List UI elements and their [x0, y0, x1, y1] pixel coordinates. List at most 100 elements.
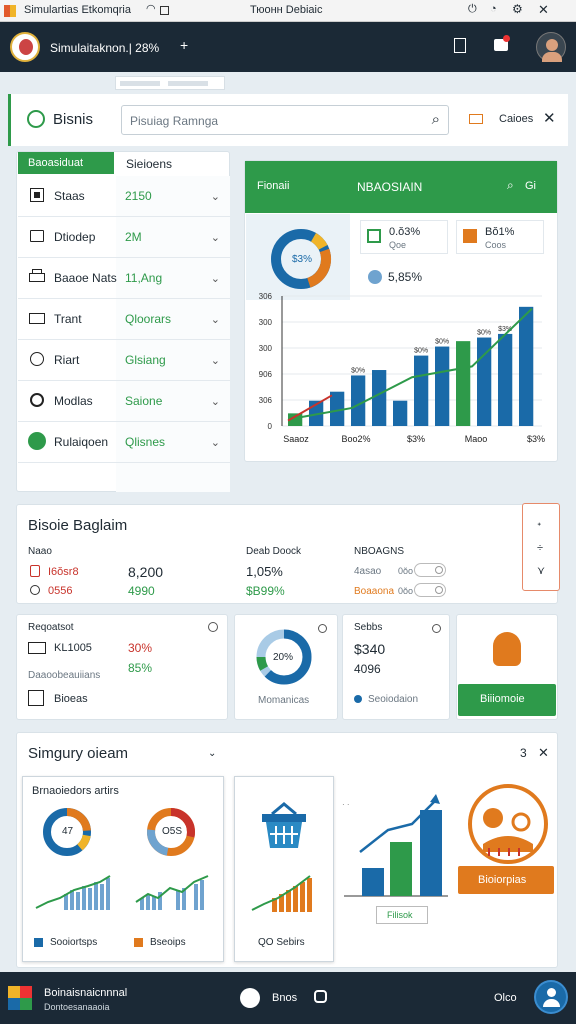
taskbar-clock-icon[interactable]: [240, 988, 260, 1008]
tab-second[interactable]: [168, 81, 208, 86]
overview-donut-label: $3%: [292, 254, 313, 265]
sidebar-item-2[interactable]: Baaoe Nats 11,Ang ⌄: [18, 258, 230, 299]
taskbar-lock-icon[interactable]: [314, 990, 327, 1003]
toggle-switch-2[interactable]: [414, 583, 446, 597]
sub2-mini-chart: [251, 875, 312, 912]
sidebar-item-label: Rulaiqoen: [54, 435, 109, 449]
kpi4-head-icon: [493, 632, 521, 666]
summary-title: Bisoie Baglaim: [28, 517, 128, 534]
kpi1-v2: 85%: [128, 661, 153, 675]
chart-icon-2: [463, 229, 477, 243]
search-small-icon[interactable]: ⌕: [507, 178, 514, 193]
mail-icon[interactable]: [469, 114, 483, 124]
taskbar-label1: Boinaisnaicnnnal: [44, 987, 128, 999]
taskbar-user-icon[interactable]: [534, 980, 568, 1014]
kpi1-line2: Daaoobeauiians: [28, 670, 101, 681]
tab-first[interactable]: [120, 81, 160, 86]
close-window-icon[interactable]: ✕: [538, 2, 549, 18]
kpi1-clock-icon[interactable]: [208, 622, 218, 632]
avatar-icon: [28, 432, 46, 450]
start-grid-icon[interactable]: [8, 986, 32, 1010]
section-sub3-button[interactable]: Filisok: [376, 906, 428, 924]
document-icon[interactable]: [454, 38, 466, 53]
chevron-down-icon[interactable]: ⌄: [211, 395, 220, 408]
folder-icon: [28, 227, 46, 245]
taskbar-center[interactable]: Bnos: [272, 992, 297, 1004]
x-tick-label: Saaoz: [283, 434, 309, 444]
info-icon: [30, 585, 40, 595]
summary-col4-row1-b: 0ŏo: [398, 566, 414, 576]
sidebar-item-0[interactable]: Staas 2150 ⌄: [18, 176, 230, 217]
stat-card-2: Bŏ1% Coos: [456, 220, 544, 254]
summary-col4-row2-a: Boaaona: [354, 586, 395, 597]
section-sub4-button[interactable]: Bioiorpias: [458, 866, 554, 894]
sidebar-item-1[interactable]: Dtiodep 2M ⌄: [18, 217, 230, 258]
sidebar-item-value: Glsiang: [125, 353, 166, 367]
summary-col4-row1-a: 4asao: [354, 566, 382, 577]
sidebar-item-4[interactable]: Riart Glsiang ⌄: [18, 340, 230, 381]
toggle-switch-1[interactable]: [414, 563, 446, 577]
app-avatar-icon[interactable]: [10, 32, 40, 62]
stat-card-1: 0.ŏ3% Qoe: [360, 220, 448, 254]
sub2-caption: QO Sebirs: [258, 937, 305, 948]
chevron-down-icon[interactable]: ⌄: [211, 272, 220, 285]
kpi3-dot-icon: [354, 695, 362, 703]
box-icon: [28, 690, 44, 706]
power-icon[interactable]: ⏻: [468, 3, 477, 16]
chevron-down-icon[interactable]: ⌄: [211, 190, 220, 203]
card-icon: [28, 642, 46, 654]
sidebar-item-value: 2M: [125, 230, 142, 244]
section-close-icon[interactable]: ✕: [538, 745, 549, 761]
trend-line: [291, 307, 533, 420]
kpi2-clock-icon[interactable]: [318, 624, 327, 633]
mail-icon: [28, 309, 46, 327]
sidebar-item-label: Baaoe Nats: [54, 271, 117, 285]
user-avatar[interactable]: [536, 32, 566, 62]
os-minimize-icon[interactable]: ◠: [146, 2, 156, 15]
kpi3-v1: $340: [354, 641, 386, 657]
settings-gear-icon[interactable]: ⚙: [512, 2, 523, 16]
search-icon[interactable]: ⌕: [432, 111, 440, 128]
kpi4-button[interactable]: Biiiomoie: [458, 684, 556, 716]
top-tab-strip: [115, 76, 225, 90]
chevron-down-icon[interactable]: ⌄: [211, 436, 220, 449]
summary-col2-row1: 8,200: [128, 564, 164, 580]
section-count-icon: 3: [520, 746, 527, 760]
os-restore-icon[interactable]: [160, 6, 169, 15]
close-icon[interactable]: ✕: [543, 109, 556, 127]
chevron-down-icon[interactable]: ⌄: [211, 313, 220, 326]
bar: [414, 355, 429, 426]
bar: [372, 370, 387, 426]
sidebar-item-label: Riart: [54, 353, 80, 367]
y-tick-label: 906: [259, 370, 273, 379]
section-dropdown-icon[interactable]: ⌄: [208, 748, 216, 759]
search-input[interactable]: Pisuiag Ramnga ⌕: [121, 105, 449, 135]
bar-label: $0%: [414, 348, 428, 355]
summary-col1-row1: I6ŏsr8: [48, 566, 79, 578]
sidebar-item-5[interactable]: Modlas Saione ⌄: [18, 381, 230, 422]
kpi1-line1: KL1005: [54, 642, 92, 654]
os-title: Simulartias Etkomqria: [24, 4, 131, 16]
divide-icon[interactable]: ÷: [537, 542, 543, 554]
chevron-down-icon[interactable]: ⌄: [211, 354, 220, 367]
warn-icon: [30, 565, 40, 577]
clock-logo-icon: [27, 110, 45, 128]
summary-col1-row2: 0556: [48, 585, 73, 597]
section-sub1-title: Brnaoiedors artirs: [32, 785, 119, 797]
move-icon[interactable]: ᐩ: [537, 520, 541, 533]
sidebar-item-6[interactable]: Rulaiqoen Qlisnes ⌄: [18, 422, 230, 463]
action-label[interactable]: Caioes: [499, 113, 533, 125]
kpi2-caption: Momanicas: [258, 695, 310, 706]
sidebar-item-3[interactable]: Trant Qloorars ⌄: [18, 299, 230, 340]
chevron-down-icon[interactable]: ⌄: [211, 231, 220, 244]
collapse-icon[interactable]: ⋎: [537, 564, 545, 577]
kpi4-button-label: Biiiomoie: [480, 693, 525, 705]
kpi3-clock-icon[interactable]: [432, 624, 441, 633]
add-icon[interactable]: +: [180, 37, 188, 53]
bar: [435, 346, 450, 426]
bar: [393, 400, 408, 426]
stat2-value: Bŏ1%: [485, 226, 515, 238]
kpi1-line3: Bioeas: [54, 693, 88, 705]
kpi1-v1: 30%: [128, 641, 153, 655]
notification-icon[interactable]: [494, 35, 510, 51]
